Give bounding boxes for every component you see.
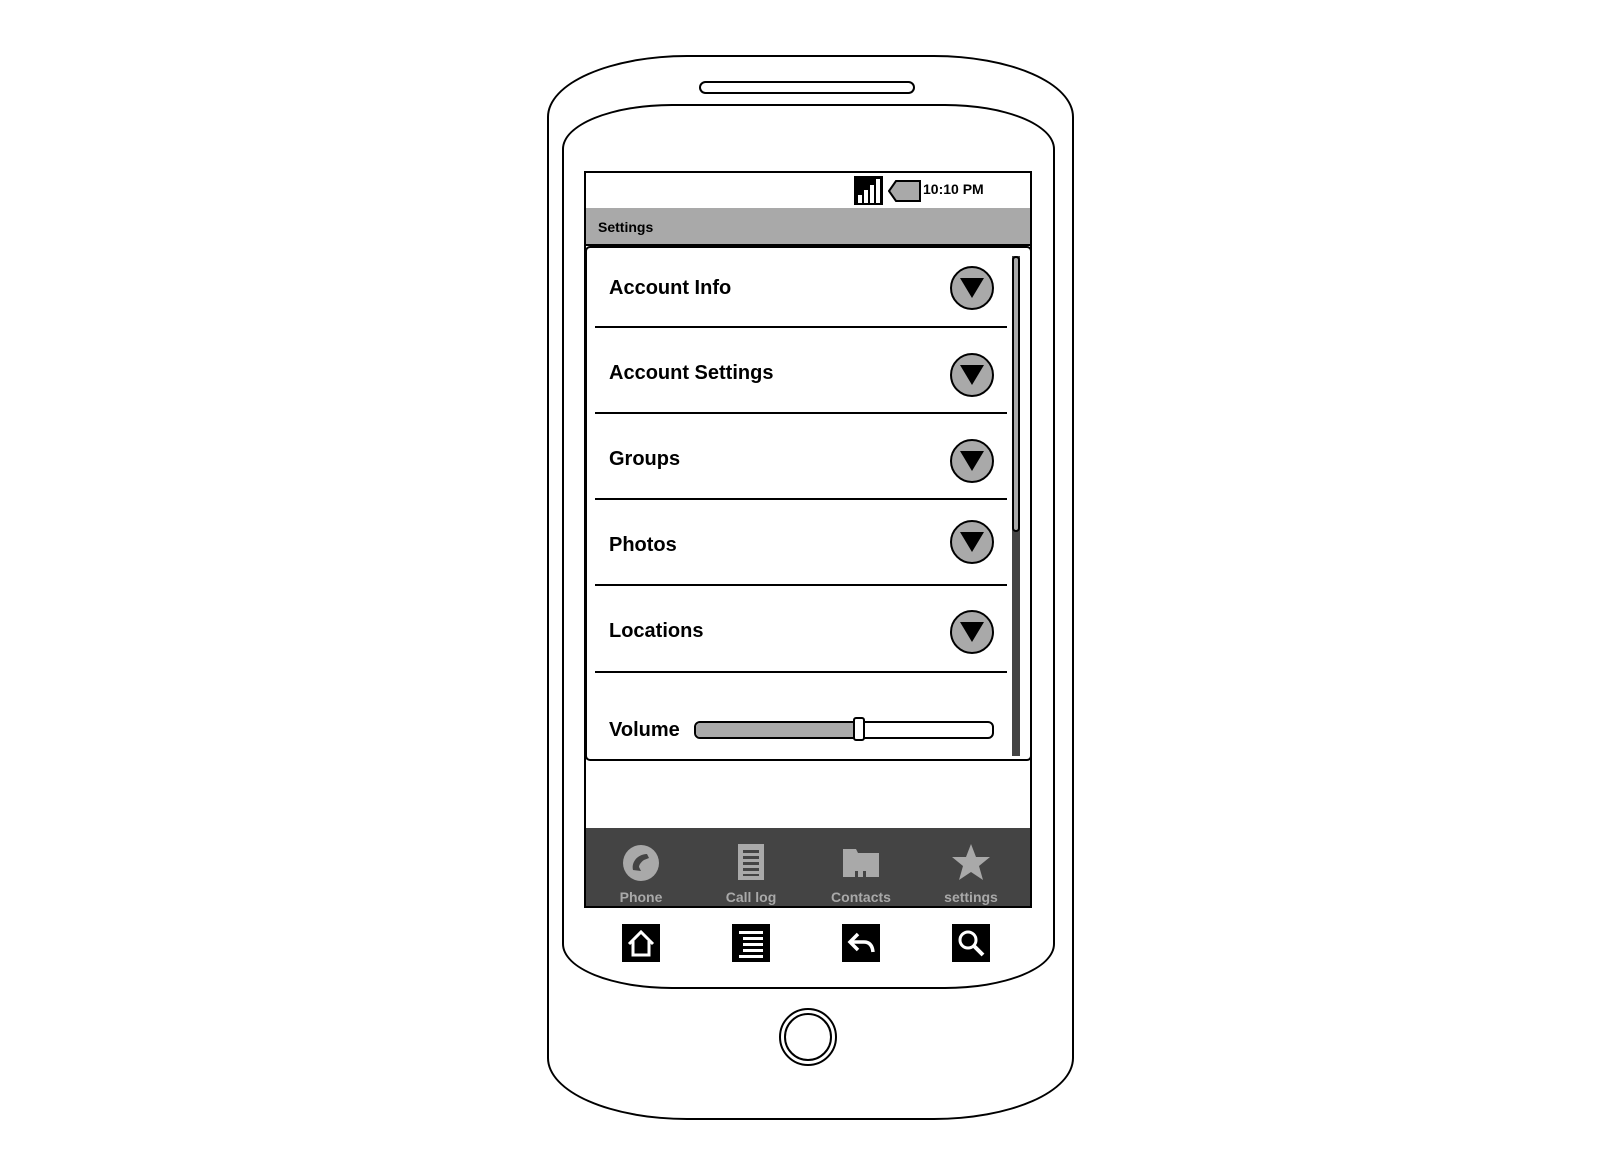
volume-slider-handle[interactable]	[853, 717, 865, 741]
expand-button[interactable]	[950, 439, 994, 483]
search-icon	[958, 930, 985, 957]
tab-label: settings	[944, 889, 998, 905]
settings-item-photos[interactable]: Photos	[595, 500, 1007, 586]
expand-down-icon	[960, 365, 984, 385]
home-icon	[627, 929, 655, 957]
settings-item-account-info[interactable]: Account Info	[595, 248, 1007, 328]
settings-item-label: Account Info	[609, 277, 732, 299]
hardware-home-key[interactable]	[622, 924, 660, 962]
tab-settings[interactable]: settings	[916, 828, 1026, 906]
status-time: 10:10 PM	[923, 181, 984, 197]
tab-contacts[interactable]: Contacts	[806, 828, 916, 906]
page-title: Settings	[598, 219, 654, 235]
settings-item-label: Photos	[609, 534, 677, 556]
battery-icon	[887, 180, 922, 202]
physical-home-button[interactable]	[779, 1008, 837, 1066]
phone-icon	[623, 845, 659, 881]
earpiece-speaker	[699, 81, 915, 94]
title-bar: Settings	[586, 208, 1030, 246]
volume-slider-fill	[696, 723, 859, 737]
back-icon	[847, 932, 875, 953]
settings-list: Account Info Account Settings Groups Pho…	[586, 246, 1030, 761]
expand-button[interactable]	[950, 353, 994, 397]
tab-label: Call log	[725, 889, 777, 905]
volume-label: Volume	[609, 719, 680, 741]
expand-down-icon	[960, 622, 984, 642]
expand-button[interactable]	[950, 520, 994, 564]
status-bar: 10:10 PM	[586, 173, 1030, 208]
expand-down-icon	[960, 278, 984, 298]
star-icon	[952, 844, 990, 880]
settings-item-account-settings[interactable]: Account Settings	[595, 328, 1007, 414]
settings-item-locations[interactable]: Locations	[595, 586, 1007, 673]
expand-button[interactable]	[950, 610, 994, 654]
expand-down-icon	[960, 451, 984, 471]
volume-slider[interactable]	[694, 721, 994, 739]
menu-icon	[739, 931, 763, 958]
expand-down-icon	[960, 532, 984, 552]
settings-item-label: Groups	[609, 448, 681, 470]
signal-strength-icon	[854, 176, 883, 205]
tab-label: Contacts	[831, 889, 891, 905]
settings-item-groups[interactable]: Groups	[595, 414, 1007, 500]
settings-item-label: Locations	[609, 620, 704, 642]
hardware-search-key[interactable]	[952, 924, 990, 962]
hardware-menu-key[interactable]	[732, 924, 770, 962]
tab-phone[interactable]: Phone	[586, 828, 696, 906]
settings-item-label: Account Settings	[609, 362, 774, 384]
scrollbar-thumb[interactable]	[1012, 256, 1020, 532]
bottom-tab-bar: Phone Call log Contacts settings	[586, 828, 1030, 906]
tab-label: Phone	[619, 889, 663, 905]
tab-call-log[interactable]: Call log	[696, 828, 806, 906]
expand-button[interactable]	[950, 266, 994, 310]
phone-screen: 10:10 PM Settings Account Info Account S…	[584, 171, 1032, 908]
call-log-icon	[738, 844, 764, 880]
hardware-back-key[interactable]	[842, 924, 880, 962]
contacts-folder-icon	[843, 849, 879, 877]
